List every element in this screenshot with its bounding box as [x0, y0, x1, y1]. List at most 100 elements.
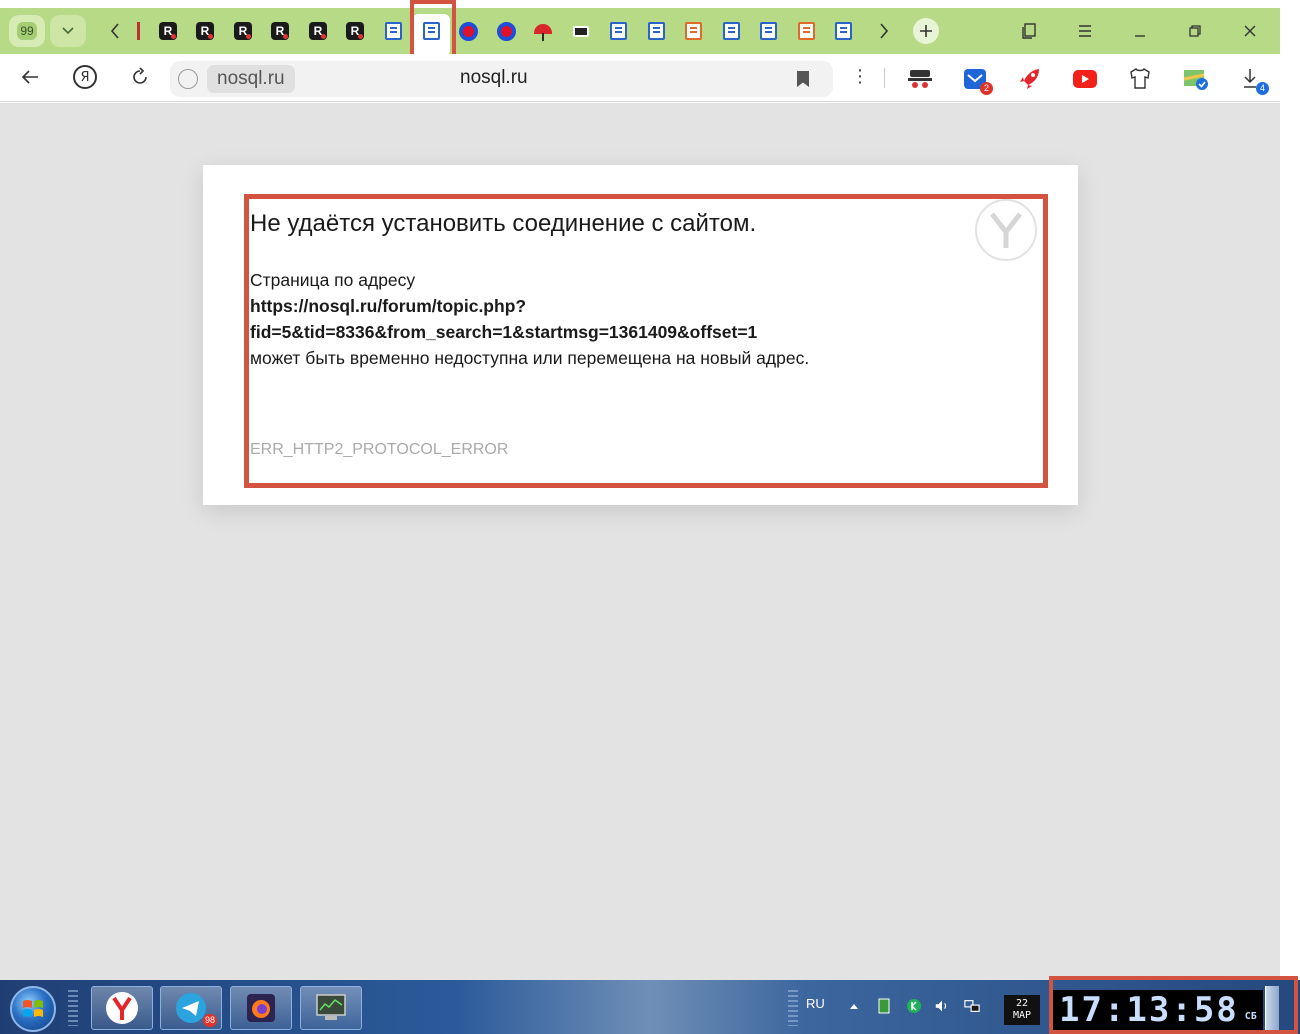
clock-highlight [1049, 976, 1298, 1034]
battery-icon [878, 998, 890, 1014]
firefox-icon [247, 994, 275, 1022]
doc-orange-icon [797, 22, 815, 40]
doc-icon [609, 22, 627, 40]
tab-doc-4[interactable] [721, 21, 741, 41]
taskbar-firefox[interactable] [230, 986, 292, 1030]
domain-chip[interactable]: nosql.ru [207, 65, 295, 93]
youtube-icon [1073, 70, 1097, 88]
shirt-extension-button[interactable] [1127, 66, 1153, 92]
r-logo-icon: R [271, 22, 289, 40]
close-icon [1244, 25, 1256, 37]
active-tab-highlight [410, 0, 456, 58]
shirt-icon [1130, 68, 1150, 89]
maps-extension-button[interactable] [1183, 66, 1209, 92]
r-logo-icon: R [309, 22, 327, 40]
tab-r-6[interactable]: R [345, 21, 365, 41]
tab-separator [137, 22, 140, 40]
doc-icon [759, 22, 777, 40]
minimize-button[interactable] [1128, 19, 1152, 43]
taskbar-system-monitor[interactable] [300, 986, 362, 1030]
tab-r-4[interactable]: R [270, 21, 290, 41]
tab-doc-2[interactable] [608, 21, 628, 41]
show-hidden-icons-button[interactable] [846, 998, 862, 1014]
shield-k-icon [907, 999, 921, 1013]
tab-r-1[interactable]: R [158, 21, 178, 41]
rocket-extension-button[interactable] [1017, 66, 1043, 92]
rocket-icon [1020, 69, 1039, 89]
taskbar-telegram[interactable]: 98 [160, 986, 222, 1030]
taskbar-yandex-browser[interactable] [91, 986, 153, 1030]
tab-count-button[interactable]: 99 [9, 15, 45, 47]
tab-doc-6[interactable] [833, 21, 853, 41]
navigation-toolbar: Я nosql.ru nosql.ru ⋮ 2 4 [0, 54, 1280, 102]
chevron-down-icon [62, 27, 74, 35]
tab-doc-5[interactable] [758, 21, 778, 41]
plus-icon [920, 25, 932, 37]
bookmark-icon[interactable] [797, 71, 809, 87]
windows-logo-icon [23, 1000, 43, 1017]
restore-icon [1189, 25, 1201, 37]
incognito-extension-button[interactable] [907, 66, 933, 92]
error-card: Не удаётся установить соединение с сайто… [203, 165, 1078, 505]
back-button[interactable] [17, 64, 43, 90]
tab-count-label: 99 [17, 22, 37, 40]
ring-icon [496, 21, 516, 41]
doc-icon [722, 22, 740, 40]
taskbar: 98 RU 22 МАР 17:13:58 СБ [0, 976, 1300, 1034]
r-logo-icon: R [234, 22, 252, 40]
scroll-tabs-right-button[interactable] [875, 20, 893, 42]
address-bar[interactable]: nosql.ru nosql.ru [170, 61, 833, 97]
mail-badge: 2 [980, 82, 993, 95]
tab-r-3[interactable]: R [233, 21, 253, 41]
restore-button[interactable] [1183, 19, 1207, 43]
tab-doc-1[interactable] [383, 21, 403, 41]
chevron-right-icon [880, 23, 889, 39]
page-title: nosql.ru [460, 67, 528, 88]
reload-button[interactable] [127, 64, 153, 90]
date-month: МАР [1012, 1010, 1032, 1021]
network-icon [964, 1000, 980, 1012]
tab-list-button[interactable] [50, 15, 86, 47]
tray-kaspersky[interactable] [906, 998, 922, 1014]
start-button[interactable] [10, 986, 56, 1032]
more-options-button[interactable]: ⋮ [851, 66, 869, 87]
tab-umbrella[interactable] [533, 21, 553, 41]
tab-ring-1[interactable] [458, 21, 478, 41]
tray-grip [788, 990, 798, 1026]
close-button[interactable] [1238, 19, 1262, 43]
tab-r-2[interactable]: R [195, 21, 215, 41]
toolbar-divider [884, 68, 885, 88]
yandex-letter-icon: Я [80, 69, 90, 85]
youtube-extension-button[interactable] [1072, 66, 1098, 92]
date-day: 22 [1015, 998, 1029, 1009]
tab-monitor[interactable] [571, 21, 591, 41]
tab-doc-3[interactable] [646, 21, 666, 41]
collections-button[interactable] [1018, 19, 1042, 43]
tab-strip: 99 R R R R R R [0, 8, 1280, 56]
tray-network[interactable] [964, 998, 980, 1014]
triangle-up-icon [850, 1004, 858, 1009]
language-indicator[interactable]: RU [806, 996, 825, 1011]
mail-extension-button[interactable]: 2 [963, 66, 993, 95]
telegram-badge: 98 [202, 1014, 217, 1027]
yandex-button[interactable]: Я [73, 65, 97, 89]
tray-volume[interactable] [934, 998, 950, 1014]
chevron-left-icon [110, 23, 119, 39]
new-tab-button[interactable] [913, 18, 939, 44]
downloads-button[interactable]: 4 [1239, 66, 1269, 95]
monitor-app-icon [316, 994, 346, 1020]
tab-ring-2[interactable] [496, 21, 516, 41]
speaker-icon [935, 1000, 947, 1012]
arrow-left-icon [21, 70, 38, 84]
date-indicator[interactable]: 22 МАР [1004, 995, 1040, 1025]
tab-doc-orange-1[interactable] [683, 21, 703, 41]
tray-battery[interactable] [876, 998, 892, 1014]
page-content: Не удаётся установить соединение с сайто… [0, 103, 1280, 980]
tab-r-5[interactable]: R [308, 21, 328, 41]
scroll-tabs-left-button[interactable] [106, 20, 124, 42]
monitor-icon [573, 25, 589, 37]
r-logo-icon: R [159, 22, 177, 40]
menu-button[interactable] [1073, 19, 1097, 43]
window-edge [1280, 0, 1300, 980]
tab-doc-orange-2[interactable] [796, 21, 816, 41]
